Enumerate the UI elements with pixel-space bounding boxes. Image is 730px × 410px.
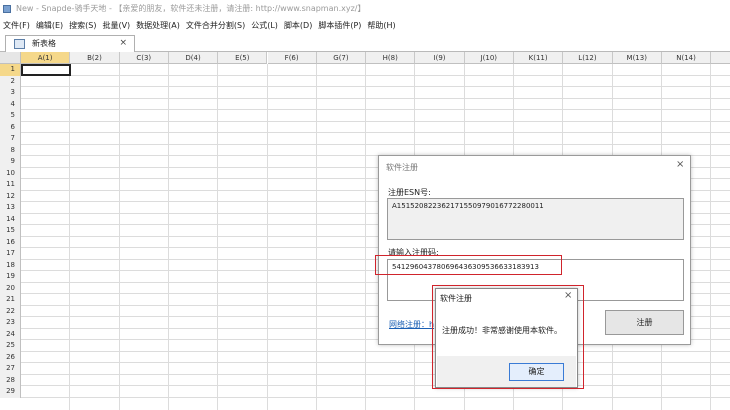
row-header[interactable]: 5 [0,110,21,122]
column-gridline [315,64,317,410]
column-gridline [266,64,268,410]
menu-file-merge-split[interactable]: 文件合并分割(S) [183,18,248,33]
column-gridline [69,64,71,410]
row-gridline [21,385,730,386]
row-gridline [21,109,730,110]
spreadsheet-icon [14,39,25,49]
column-header[interactable]: H(8) [366,52,416,64]
row-header[interactable]: 23 [0,317,21,329]
row-header[interactable]: 25 [0,340,21,352]
row-header[interactable]: 15 [0,225,21,237]
column-header[interactable]: L(12) [563,52,613,64]
menu-batch[interactable]: 批量(V) [99,18,133,33]
row-header[interactable]: 9 [0,156,21,168]
row-gridline [21,143,730,145]
column-header[interactable]: G(7) [316,52,367,64]
row-header[interactable]: 22 [0,305,21,317]
menu-formula[interactable]: 公式(L) [248,18,281,33]
column-header[interactable]: ( [711,52,730,64]
column-header[interactable]: I(9) [415,52,465,64]
row-gridline [21,120,730,122]
row-header[interactable]: 10 [0,167,21,179]
row-header[interactable]: 18 [0,259,21,271]
column-header[interactable]: M(13) [612,52,662,64]
row-header[interactable]: 8 [0,144,21,156]
row-header[interactable]: 11 [0,179,21,191]
row-gridline [21,132,730,133]
row-header[interactable]: 28 [0,374,21,386]
row-gridline [21,396,730,398]
column-gridline [710,64,712,410]
column-header[interactable]: E(5) [218,52,268,64]
tab-new-sheet[interactable]: 新表格 × [5,35,135,52]
column-header[interactable]: B(2) [70,52,120,64]
menu-help[interactable]: 帮助(H) [364,18,398,33]
row-header[interactable]: 26 [0,351,21,363]
window-title: New - Snapde-骑手天地 - 【亲爱的朋友，软件还未注册，请注册: h… [16,4,366,13]
row-gridline [21,86,730,87]
close-icon[interactable]: × [119,36,127,51]
row-gridline [21,74,730,76]
row-header[interactable]: 16 [0,236,21,248]
row-header[interactable]: 7 [0,133,21,145]
column-header[interactable]: F(6) [267,52,317,64]
column-header[interactable]: D(4) [168,52,219,64]
menu-search[interactable]: 搜索(S) [66,18,99,33]
menu-script[interactable]: 脚本(D) [281,18,315,33]
row-header[interactable]: 21 [0,294,21,306]
column-gridline [167,64,169,410]
row-header[interactable]: 27 [0,363,21,375]
row-header[interactable]: 29 [0,386,21,398]
column-gridline [217,64,219,410]
column-header[interactable]: K(11) [514,52,564,64]
title-bar: New - Snapde-骑手天地 - 【亲爱的朋友，软件还未注册，请注册: h… [0,0,730,18]
row-header[interactable]: 3 [0,87,21,99]
tab-bar: 新表格 × [0,33,730,52]
row-header[interactable]: 12 [0,190,21,202]
success-highlight-box [432,285,584,389]
row-header[interactable]: 20 [0,282,21,294]
row-header[interactable]: 4 [0,98,21,110]
selected-cell[interactable] [21,64,71,76]
row-header[interactable]: 14 [0,213,21,225]
menu-data-processing[interactable]: 数据处理(A) [133,18,183,33]
column-gridline [365,64,367,410]
column-header[interactable]: A(1) [21,52,71,64]
tab-label: 新表格 [32,39,56,48]
register-button-label: 注册 [636,318,653,327]
menu-edit[interactable]: 编辑(E) [33,18,66,33]
app-icon [3,5,11,13]
register-button[interactable]: 注册 [605,310,684,335]
row-header[interactable]: 1 [0,64,21,76]
row-gridline [21,373,730,375]
close-icon[interactable]: × [676,159,684,170]
code-highlight-box [375,255,562,275]
register-dialog-title: 软件注册 [386,163,418,172]
esn-value: A151520822362171550979016772280011 [392,202,544,210]
select-all-corner[interactable] [0,52,21,64]
menu-file[interactable]: 文件(F) [0,18,33,33]
menu-script-plugin[interactable]: 脚本插件(P) [315,18,364,33]
column-header[interactable]: N(14) [661,52,712,64]
esn-label: 注册ESN号: [388,188,431,197]
column-header[interactable]: C(3) [119,52,169,64]
row-gridline [21,97,730,99]
esn-field: A151520822362171550979016772280011 [387,198,684,240]
row-header[interactable]: 19 [0,271,21,283]
row-header[interactable]: 13 [0,202,21,214]
row-header[interactable]: 6 [0,121,21,133]
online-register-link[interactable]: 网络注册：h [389,319,434,330]
column-header[interactable]: J(10) [464,52,514,64]
row-header[interactable]: 2 [0,75,21,87]
column-gridline [118,64,120,410]
row-gridline [21,362,730,363]
row-header[interactable]: 24 [0,328,21,340]
row-header[interactable]: 17 [0,248,21,260]
row-gridline [21,350,730,352]
menu-bar: 文件(F) 编辑(E) 搜索(S) 批量(V) 数据处理(A) 文件合并分割(S) 公式(L… [0,18,730,33]
